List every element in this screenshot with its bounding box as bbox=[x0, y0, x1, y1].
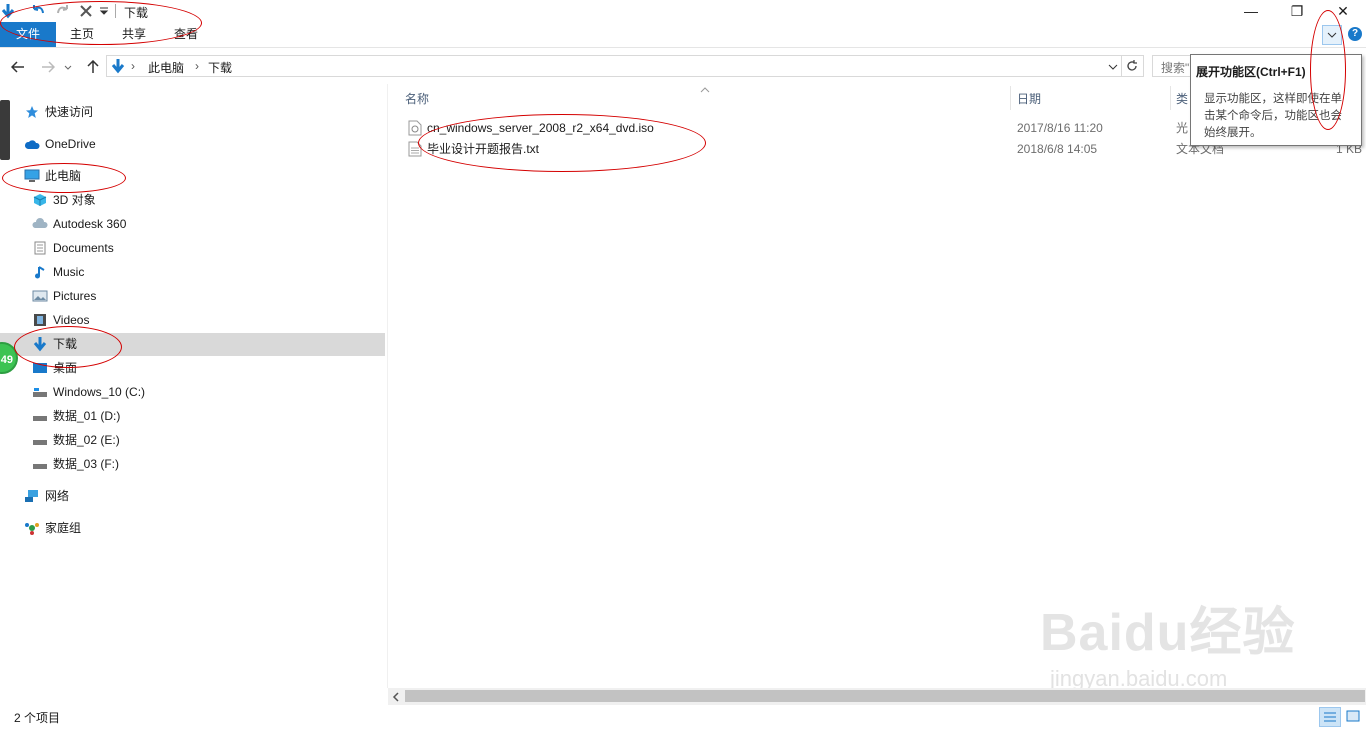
sort-indicator-icon bbox=[700, 82, 710, 96]
forward-button[interactable] bbox=[38, 57, 58, 77]
back-button[interactable] bbox=[8, 57, 28, 77]
arrow-right-icon bbox=[42, 61, 55, 73]
breadcrumb-separator: › bbox=[131, 59, 135, 73]
refresh-icon bbox=[1127, 60, 1137, 71]
drive-icon bbox=[32, 432, 48, 448]
minimize-button[interactable]: — bbox=[1228, 0, 1274, 22]
sidebar-item-drive-f[interactable]: 数据_03 (F:) bbox=[32, 453, 119, 475]
picture-icon bbox=[32, 288, 48, 304]
details-view-icon bbox=[1324, 712, 1336, 722]
sidebar-item-label: OneDrive bbox=[45, 137, 96, 151]
annotation-ellipse bbox=[14, 326, 122, 368]
sidebar-item-quick-access[interactable]: 快速访问 bbox=[24, 101, 93, 123]
sidebar-item-label: Pictures bbox=[53, 289, 97, 303]
pane-divider[interactable] bbox=[387, 84, 388, 688]
breadcrumb-downloads[interactable]: 下载 bbox=[208, 59, 232, 76]
column-header-name[interactable]: 名称 bbox=[405, 90, 429, 107]
file-date: 2017/8/16 11:20 bbox=[1017, 121, 1103, 135]
chevron-down-icon bbox=[1108, 64, 1118, 70]
large-icons-view-icon bbox=[1346, 710, 1360, 722]
sidebar-item-documents[interactable]: Documents bbox=[32, 237, 114, 259]
status-bar: 2 个项目 bbox=[0, 705, 1366, 727]
recent-locations-button[interactable] bbox=[62, 57, 74, 77]
music-icon bbox=[32, 264, 48, 280]
sidebar-item-drive-e[interactable]: 数据_02 (E:) bbox=[32, 429, 120, 451]
up-button[interactable] bbox=[83, 57, 103, 77]
sidebar-item-label: Documents bbox=[53, 241, 114, 255]
item-count: 2 个项目 bbox=[14, 711, 61, 725]
file-type: 光 bbox=[1176, 121, 1189, 135]
left-edge-bar bbox=[0, 100, 10, 160]
scroll-left-icon[interactable] bbox=[392, 691, 400, 705]
sidebar-item-pictures[interactable]: Pictures bbox=[32, 285, 96, 307]
tooltip-body-line: 始终展开。 bbox=[1204, 127, 1262, 139]
video-icon bbox=[32, 312, 48, 328]
sidebar-item-label: Music bbox=[53, 265, 85, 279]
sidebar-item-drive-c[interactable]: Windows_10 (C:) bbox=[32, 381, 145, 403]
sidebar-item-drive-d[interactable]: 数据_01 (D:) bbox=[32, 405, 120, 427]
ribbon-tabs: 文件 主页 共享 查看 ? bbox=[0, 22, 1366, 48]
arrow-up-icon bbox=[87, 60, 99, 73]
cube-icon bbox=[32, 192, 48, 208]
download-icon bbox=[110, 58, 126, 77]
large-icons-view-button[interactable] bbox=[1343, 707, 1363, 725]
chevron-down-icon bbox=[64, 65, 72, 70]
address-dropdown-button[interactable] bbox=[1108, 60, 1118, 74]
sidebar-item-label: Autodesk 360 bbox=[53, 217, 127, 231]
homegroup-icon bbox=[24, 520, 40, 536]
drive-icon bbox=[32, 456, 48, 472]
baidu-watermark: Baidu经验 jingyan.baidu.com bbox=[1040, 590, 1340, 700]
sidebar-item-label: 数据_01 (D:) bbox=[53, 409, 121, 423]
help-icon[interactable]: ? bbox=[1348, 27, 1362, 41]
annotation-ellipse bbox=[0, 1, 202, 45]
breadcrumb-this-pc[interactable]: 此电脑 bbox=[148, 59, 184, 76]
sidebar-item-homegroup[interactable]: 家庭组 bbox=[24, 517, 81, 539]
sidebar-item-label: 数据_02 (E:) bbox=[53, 433, 120, 447]
sidebar-item-label: 数据_03 (F:) bbox=[53, 457, 120, 471]
annotation-ellipse bbox=[418, 114, 706, 172]
details-view-button[interactable] bbox=[1319, 707, 1341, 727]
arrow-left-icon bbox=[11, 61, 24, 73]
sidebar-item-label: Windows_10 (C:) bbox=[53, 385, 146, 399]
annotation-ellipse bbox=[1310, 10, 1346, 130]
breadcrumb-separator: › bbox=[195, 59, 199, 73]
column-header-type[interactable]: 类 bbox=[1176, 90, 1188, 107]
cloud-icon bbox=[24, 136, 40, 152]
restore-button[interactable]: ❐ bbox=[1274, 0, 1320, 22]
refresh-button[interactable] bbox=[1121, 56, 1142, 76]
document-icon bbox=[32, 240, 48, 256]
drive-icon bbox=[32, 384, 48, 400]
sidebar-item-autodesk[interactable]: Autodesk 360 bbox=[32, 213, 126, 235]
file-date: 2018/6/8 14:05 bbox=[1017, 142, 1098, 156]
column-divider[interactable] bbox=[1010, 86, 1011, 110]
column-divider[interactable] bbox=[1170, 86, 1171, 110]
sidebar-item-network[interactable]: 网络 bbox=[24, 485, 69, 507]
tooltip-title: 展开功能区(Ctrl+F1) bbox=[1196, 65, 1306, 79]
sidebar-item-music[interactable]: Music bbox=[32, 261, 84, 283]
column-header-date[interactable]: 日期 bbox=[1017, 90, 1041, 107]
sidebar-item-label: 家庭组 bbox=[45, 521, 82, 535]
annotation-ellipse bbox=[2, 163, 126, 193]
watermark-brand: Baidu经验 bbox=[1040, 604, 1296, 662]
drive-icon bbox=[32, 408, 48, 424]
scrollbar-thumb[interactable] bbox=[405, 690, 1365, 702]
sidebar-item-label: 快速访问 bbox=[45, 105, 94, 119]
sidebar-item-onedrive[interactable]: OneDrive bbox=[24, 133, 96, 155]
star-icon bbox=[24, 104, 40, 120]
sidebar-item-label: 网络 bbox=[45, 489, 70, 503]
cloud-drive-icon bbox=[32, 216, 48, 232]
network-icon bbox=[24, 488, 40, 504]
address-bar[interactable]: › 此电脑 › 下载 bbox=[106, 55, 1144, 77]
title-bar: 下载 — ❐ ✕ bbox=[0, 0, 1366, 22]
